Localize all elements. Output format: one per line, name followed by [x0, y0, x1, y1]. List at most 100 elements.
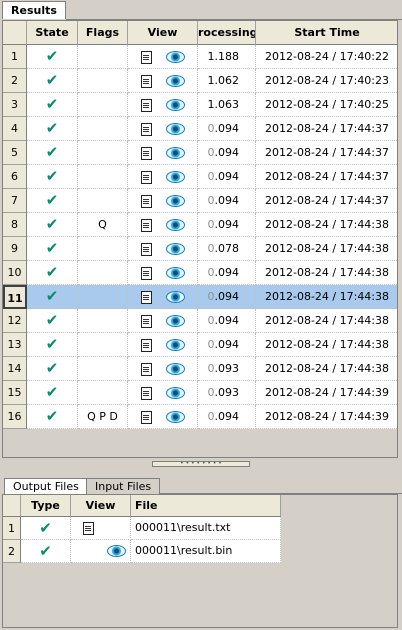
row-number[interactable]: 3 [3, 93, 27, 117]
doc-icon[interactable] [140, 98, 152, 112]
panel-splitter[interactable]: • • • • • • • • [0, 458, 402, 470]
doc-icon[interactable] [140, 74, 152, 88]
column-header-processing[interactable]: rocessing [198, 21, 256, 45]
row-number[interactable]: 16 [3, 405, 27, 429]
table-row[interactable]: 4 ✔ 0.094 2012-08-24 / 17:44:37 [3, 117, 397, 141]
doc-icon[interactable] [140, 290, 152, 304]
doc-icon[interactable] [140, 194, 152, 208]
start-time-cell: 2012-08-24 / 17:44:38 [256, 213, 397, 237]
column-header-state[interactable]: State [27, 21, 78, 45]
file-column-header-file[interactable]: File [131, 495, 281, 517]
table-row[interactable]: 2 ✔ 1.062 2012-08-24 / 17:40:23 [3, 69, 397, 93]
row-number[interactable]: 8 [3, 213, 27, 237]
eye-icon[interactable] [107, 545, 126, 557]
processing-leading-digit: 0 [207, 218, 215, 231]
table-row[interactable]: 13 ✔ 0.094 2012-08-24 / 17:44:38 [3, 333, 397, 357]
row-number[interactable]: 11 [3, 285, 27, 309]
eye-icon[interactable] [165, 51, 185, 63]
row-number[interactable]: 10 [3, 261, 27, 285]
doc-icon[interactable] [140, 362, 152, 376]
file-name-cell[interactable]: 000011\result.bin [131, 540, 281, 563]
column-header-start-time[interactable]: Start Time [256, 21, 397, 45]
file-row[interactable]: 2 ✔ 000011\result.bin [3, 540, 281, 563]
row-number[interactable]: 5 [3, 141, 27, 165]
doc-icon[interactable] [140, 122, 152, 136]
eye-icon[interactable] [165, 219, 185, 231]
eye-icon[interactable] [165, 123, 185, 135]
doc-icon[interactable] [140, 386, 152, 400]
row-number[interactable]: 15 [3, 381, 27, 405]
table-row[interactable]: 14 ✔ 0.093 2012-08-24 / 17:44:38 [3, 357, 397, 381]
file-row[interactable]: 1 ✔ 000011\result.txt [3, 517, 281, 540]
tab-input-files[interactable]: Input Files [86, 478, 161, 494]
doc-icon[interactable] [140, 50, 152, 64]
table-row[interactable]: 8 ✔ Q 0.094 2012-08-24 / 17:44:38 [3, 213, 397, 237]
tab-output-files[interactable]: Output Files [4, 478, 88, 494]
row-number[interactable]: 4 [3, 117, 27, 141]
check-icon: ✔ [39, 519, 52, 537]
doc-icon[interactable] [140, 338, 152, 352]
eye-icon[interactable] [165, 291, 185, 303]
row-number[interactable]: 14 [3, 357, 27, 381]
eye-icon[interactable] [165, 363, 185, 375]
doc-icon[interactable] [140, 410, 152, 424]
splitter-grip[interactable]: • • • • • • • • [152, 461, 250, 467]
table-row[interactable]: 5 ✔ 0.094 2012-08-24 / 17:44:37 [3, 141, 397, 165]
eye-icon[interactable] [165, 267, 185, 279]
file-column-header-view[interactable]: View [71, 495, 131, 517]
row-number[interactable]: 12 [3, 309, 27, 333]
view-cell [128, 93, 198, 117]
view-cell [128, 189, 198, 213]
state-cell: ✔ [27, 45, 78, 69]
state-cell: ✔ [27, 357, 78, 381]
row-number[interactable]: 6 [3, 165, 27, 189]
eye-icon[interactable] [165, 387, 185, 399]
eye-icon[interactable] [165, 75, 185, 87]
table-row[interactable]: 7 ✔ 0.094 2012-08-24 / 17:44:37 [3, 189, 397, 213]
table-row[interactable]: 3 ✔ 1.063 2012-08-24 / 17:40:25 [3, 93, 397, 117]
file-column-header-type[interactable]: Type [21, 495, 71, 517]
doc-icon[interactable] [140, 170, 152, 184]
row-number[interactable]: 2 [3, 69, 27, 93]
doc-icon[interactable] [140, 314, 152, 328]
eye-icon[interactable] [165, 243, 185, 255]
row-number[interactable]: 13 [3, 333, 27, 357]
table-row[interactable]: 16 ✔ Q P D 0.094 2012-08-24 / 17:44:39 [3, 405, 397, 429]
state-cell: ✔ [27, 117, 78, 141]
column-header-flags[interactable]: Flags [78, 21, 128, 45]
table-row[interactable]: 10 ✔ 0.094 2012-08-24 / 17:44:38 [3, 261, 397, 285]
file-name-cell[interactable]: 000011\result.txt [131, 517, 281, 540]
row-number[interactable]: 7 [3, 189, 27, 213]
eye-icon[interactable] [165, 147, 185, 159]
eye-icon[interactable] [165, 99, 185, 111]
doc-icon[interactable] [140, 146, 152, 160]
flags-cell [78, 93, 128, 117]
doc-icon[interactable] [83, 521, 94, 535]
processing-cell: 1.062 [198, 69, 256, 93]
file-view-cell [71, 540, 131, 563]
doc-icon[interactable] [140, 266, 152, 280]
row-number[interactable]: 1 [3, 45, 27, 69]
column-header-view[interactable]: View [128, 21, 198, 45]
check-icon: ✔ [39, 542, 52, 560]
eye-icon[interactable] [165, 171, 185, 183]
table-row[interactable]: 6 ✔ 0.094 2012-08-24 / 17:44:37 [3, 165, 397, 189]
eye-icon[interactable] [165, 411, 185, 423]
tab-results[interactable]: Results [2, 1, 66, 19]
table-row[interactable]: 15 ✔ 0.093 2012-08-24 / 17:44:39 [3, 381, 397, 405]
check-icon: ✔ [45, 143, 59, 161]
processing-cell: 0.094 [198, 189, 256, 213]
table-row[interactable]: 1 ✔ 1.188 2012-08-24 / 17:40:22 [3, 45, 397, 69]
eye-icon[interactable] [165, 195, 185, 207]
doc-icon[interactable] [140, 242, 152, 256]
doc-icon[interactable] [140, 218, 152, 232]
table-row[interactable]: 11 ✔ 0.094 2012-08-24 / 17:44:38 [3, 285, 397, 309]
eye-icon[interactable] [165, 339, 185, 351]
table-row[interactable]: 9 ✔ 0.078 2012-08-24 / 17:44:38 [3, 237, 397, 261]
file-row-number[interactable]: 1 [3, 517, 21, 540]
eye-icon[interactable] [165, 315, 185, 327]
table-row[interactable]: 12 ✔ 0.094 2012-08-24 / 17:44:38 [3, 309, 397, 333]
file-row-number[interactable]: 2 [3, 540, 21, 563]
processing-leading-digit: 0 [207, 170, 215, 183]
row-number[interactable]: 9 [3, 237, 27, 261]
